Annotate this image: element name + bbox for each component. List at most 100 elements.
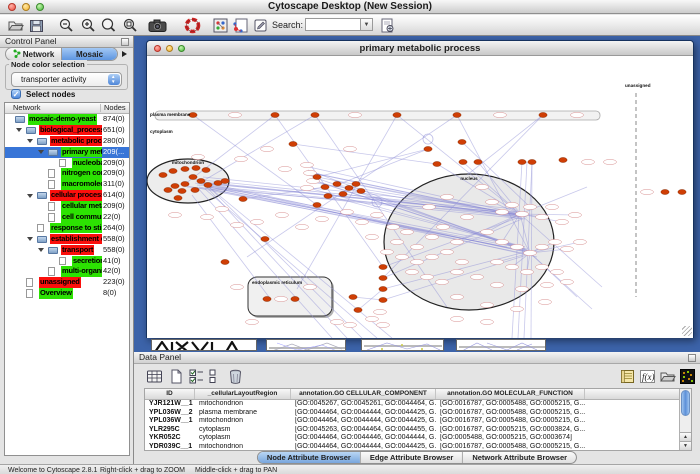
open-session-icon[interactable]: [7, 17, 24, 34]
disclosure-triangle-icon[interactable]: [38, 150, 44, 154]
tree-row[interactable]: metabolic process280(0): [5, 136, 129, 147]
node-label: [511, 244, 524, 249]
table-row[interactable]: YLR295Ccytoplasm[GO:0045263, GO:0044464,…: [145, 426, 691, 435]
network-view-window[interactable]: primary metabolic process plasma membran…: [146, 40, 694, 338]
select-nodes-checkbox[interactable]: ✓: [11, 89, 21, 99]
column-header[interactable]: _cellularLayoutRegion: [195, 389, 291, 399]
browser-tab[interactable]: Network Attribute Browser: [462, 452, 576, 463]
tree-row[interactable]: establishment of lo558(0): [5, 234, 129, 245]
browser-tab[interactable]: Node Attribute Browser: [258, 452, 360, 463]
node-color-combobox[interactable]: transporter activity ▲▼: [11, 72, 122, 87]
search-dropdown-icon[interactable]: ▼: [361, 18, 373, 31]
background-window-3[interactable]: [361, 339, 444, 351]
search-input[interactable]: [305, 18, 361, 31]
net-zoom-button[interactable]: [178, 45, 185, 52]
table-row[interactable]: YKR052Ccytoplasm[GO:0044464, GO:0044446,…: [145, 434, 691, 443]
tree-row[interactable]: secretion41(0): [5, 256, 129, 267]
function-builder-icon[interactable]: f(x): [639, 368, 656, 385]
search-config-icon[interactable]: [379, 17, 396, 34]
disclosure-triangle-icon[interactable]: [27, 194, 33, 198]
tree-row[interactable]: unassigned223(0): [5, 277, 129, 288]
tree-col-network[interactable]: Network: [13, 103, 41, 113]
window-titlebar[interactable]: Cytoscape Desktop (New Session): [0, 0, 700, 14]
scroll-up-icon[interactable]: ▲: [680, 432, 691, 441]
browser-tab[interactable]: Edge Attribute Browser: [360, 452, 462, 463]
table-cell: YDR039C__1: [145, 443, 195, 452]
help-icon[interactable]: [184, 17, 201, 34]
network-window-title: primary metabolic process: [147, 41, 693, 56]
tree-row[interactable]: cellular process614(0): [5, 190, 129, 201]
tree-row[interactable]: nucleobase-209(0): [5, 158, 129, 169]
attribute-editor-icon[interactable]: [619, 368, 636, 385]
tree-row[interactable]: biological_process651(0): [5, 125, 129, 136]
background-window-1[interactable]: [151, 339, 257, 351]
save-session-icon[interactable]: [28, 17, 45, 34]
tree-row[interactable]: primary metabo209(...: [5, 147, 129, 158]
tree-row[interactable]: multi-organism pro42(0): [5, 266, 129, 277]
table-row[interactable]: YPL036W__2plasma membrane[GO:0044464, GO…: [145, 409, 691, 418]
network-canvas[interactable]: plasma membranecytoplasmmitochondrionnuc…: [147, 57, 693, 338]
disclosure-triangle-icon[interactable]: [38, 248, 44, 252]
zoom-in-icon[interactable]: [80, 17, 97, 34]
close-button[interactable]: [8, 3, 16, 11]
annotation-icon[interactable]: [252, 17, 269, 34]
minimize-button[interactable]: [22, 3, 30, 11]
tree-row[interactable]: mosaic-demo-yeast874(0): [5, 114, 129, 125]
disclosure-triangle-icon[interactable]: [27, 237, 33, 241]
vizmapper-icon[interactable]: [212, 17, 229, 34]
tree-row[interactable]: response to stimulu264(0): [5, 223, 129, 234]
zoom-out-icon[interactable]: [58, 17, 75, 34]
column-header[interactable]: annotation.GO MOLECULAR_FUNCTION: [436, 389, 585, 399]
data-float-panel-icon[interactable]: [688, 354, 696, 362]
tree-row[interactable]: Overview8(0): [5, 288, 129, 299]
browser-tabs: Node Attribute BrowserEdge Attribute Bro…: [257, 451, 577, 464]
background-window-4[interactable]: [456, 339, 546, 351]
matrix-view-icon[interactable]: [679, 368, 696, 385]
tree-col-nodes[interactable]: Nodes: [104, 103, 126, 113]
network-window-titlebar[interactable]: primary metabolic process: [147, 41, 693, 56]
network-node: [192, 166, 200, 171]
tree-label: unassigned: [39, 277, 81, 288]
resize-grip[interactable]: [682, 326, 692, 336]
file-icon: [48, 169, 55, 178]
tree-row[interactable]: cell communicat22(0): [5, 212, 129, 223]
column-header[interactable]: ID: [145, 389, 195, 399]
disclosure-triangle-icon[interactable]: [27, 139, 33, 143]
new-attribute-icon[interactable]: [168, 368, 185, 385]
zoom-selected-icon[interactable]: [122, 17, 139, 34]
tree-row[interactable]: transport558(0): [5, 245, 129, 256]
unselect-all-attributes-icon[interactable]: [207, 368, 224, 385]
node-label: [201, 214, 214, 219]
background-window-2[interactable]: [266, 339, 346, 351]
table-scrollbar[interactable]: ▲ ▼: [679, 389, 691, 450]
delete-attribute-icon[interactable]: [227, 368, 244, 385]
column-header[interactable]: annotation.GO CELLULAR_COMPONENT: [291, 389, 436, 399]
net-minimize-button[interactable]: [166, 45, 173, 52]
tab-network[interactable]: Network: [6, 48, 61, 60]
tree-row[interactable]: nitrogen compo209(0): [5, 168, 129, 179]
network-node: [221, 179, 229, 184]
tree-row[interactable]: macromolecule311(0): [5, 179, 129, 190]
table-row[interactable]: YPL036W__1mitochondrion[GO:0044464, GO:0…: [145, 417, 691, 426]
node-label: [561, 246, 574, 251]
scrollbar-thumb[interactable]: [681, 390, 690, 416]
tree-label: Overview: [39, 288, 73, 299]
disclosure-triangle-icon[interactable]: [16, 128, 22, 132]
network-node: [459, 160, 467, 165]
import-attributes-icon[interactable]: [659, 368, 676, 385]
attribute-select-icon[interactable]: [146, 368, 163, 385]
zoom-fit-icon[interactable]: [100, 17, 117, 34]
zoom-button[interactable]: [36, 3, 44, 11]
scroll-down-icon[interactable]: ▼: [680, 441, 691, 450]
table-row[interactable]: YJR121W__1mitochondrion[GO:0045267, GO:0…: [145, 400, 691, 409]
tab-overflow-icon[interactable]: [122, 51, 127, 57]
select-all-attributes-icon[interactable]: [188, 368, 205, 385]
net-close-button[interactable]: [154, 45, 161, 52]
tab-mosaic[interactable]: Mosaic: [61, 48, 117, 60]
network-import-icon[interactable]: [232, 17, 249, 34]
tree-row[interactable]: cellular metabo209(0): [5, 201, 129, 212]
float-panel-icon[interactable]: [121, 38, 129, 46]
node-label: [536, 214, 549, 219]
network-node: [352, 182, 360, 187]
snapshot-icon[interactable]: [148, 17, 165, 34]
